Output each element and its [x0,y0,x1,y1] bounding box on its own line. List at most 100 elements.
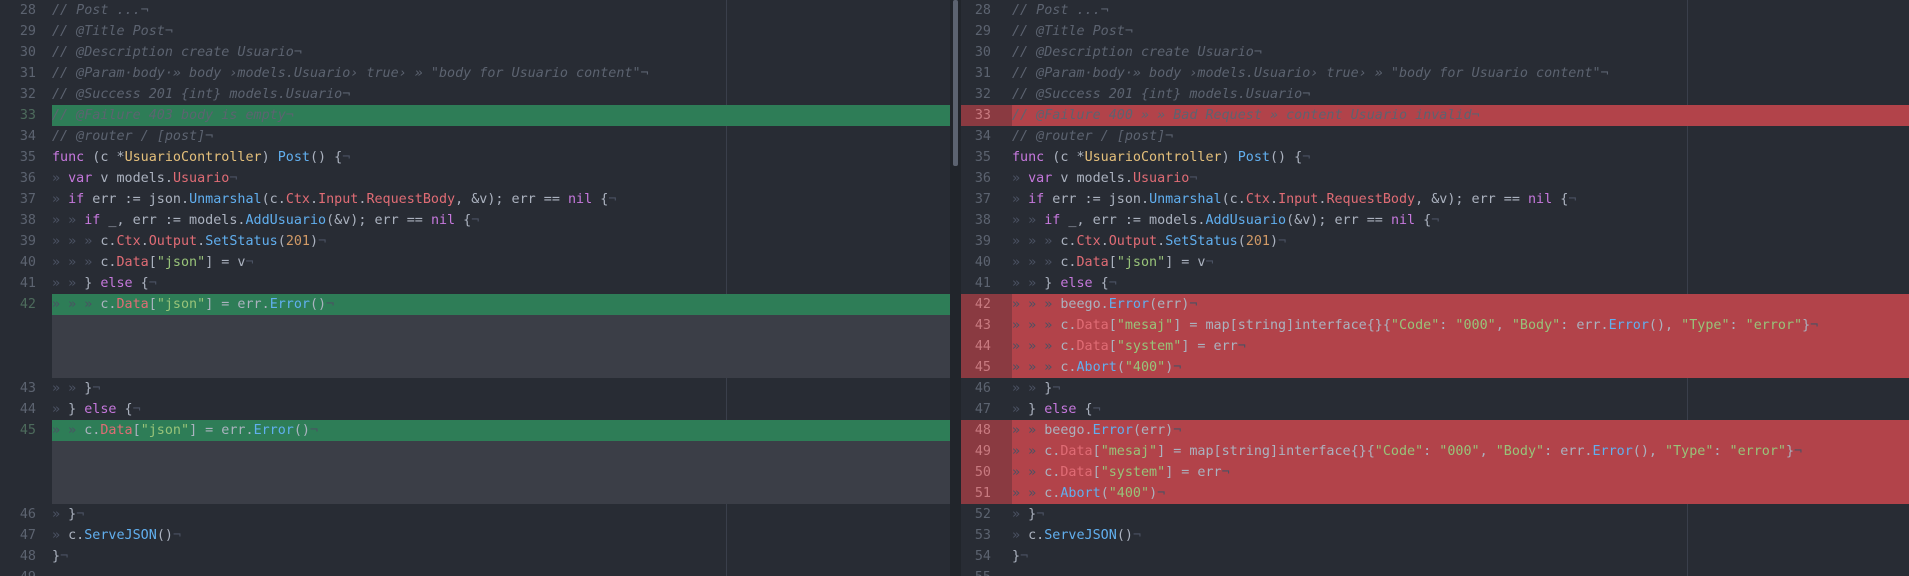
code-text[interactable]: » } else {¬ [52,399,950,420]
code-line[interactable]: 55 [961,567,1909,576]
code-line[interactable]: 41 » » } else {¬ [961,273,1909,294]
code-text[interactable]: » c.ServeJSON()¬ [52,525,950,546]
code-text[interactable]: // @Title Post¬ [1012,21,1909,42]
code-text[interactable]: » » » c.Data["mesaj"] = map[string]inter… [1012,315,1909,336]
code-text[interactable]: » » }¬ [1012,378,1909,399]
code-text[interactable]: » if err := json.Unmarshal(c.Ctx.Input.R… [52,189,950,210]
code-text[interactable]: func (c *UsuarioController) Post() {¬ [1012,147,1909,168]
code-text[interactable]: » » » c.Data["json"] = v¬ [1012,252,1909,273]
code-line[interactable]: 34 // @router / [post]¬ [0,126,950,147]
code-text[interactable]: » » } else {¬ [1012,273,1909,294]
code-line[interactable]: 54}¬ [961,546,1909,567]
code-line[interactable]: 35 func (c *UsuarioController) Post() {¬ [961,147,1909,168]
code-line[interactable]: 32 // @Success 201 {int} models.Usuario¬ [961,84,1909,105]
scrollbar-thumb[interactable] [953,0,958,166]
code-text[interactable]: » » if _, err := models.AddUsuario(&v); … [1012,210,1909,231]
code-text[interactable]: }¬ [1012,546,1909,567]
code-text[interactable]: » }¬ [1012,504,1909,525]
code-text[interactable]: // @Title Post¬ [52,21,950,42]
code-line[interactable]: 41 » » } else {¬ [0,273,950,294]
code-text[interactable]: » if err := json.Unmarshal(c.Ctx.Input.R… [1012,189,1909,210]
deleted-line[interactable]: 33 // @Failure 400 » » Bad Request » cont… [961,105,1909,126]
code-text[interactable]: // Post ...¬ [52,0,950,21]
code-line[interactable]: 29 // @Title Post¬ [961,21,1909,42]
code-text[interactable]: » } else {¬ [1012,399,1909,420]
code-line[interactable]: 40 » » » c.Data["json"] = v¬ [961,252,1909,273]
code-text[interactable]: // @router / [post]¬ [1012,126,1909,147]
code-line[interactable]: 39 » » » c.Ctx.Output.SetStatus(201)¬ [0,231,950,252]
code-line[interactable]: 46 » » }¬ [961,378,1909,399]
right-editor-pane[interactable]: 28 // Post ...¬ 29 // @Title Post¬ 30 // @Des… [961,0,1909,576]
code-line[interactable]: 46 » }¬ [0,504,950,525]
code-text[interactable]: » » » c.Data["json"] = err.Error()¬ [52,294,950,315]
code-line[interactable]: 31 // @Param·body·» body ›models.Usuario›… [961,63,1909,84]
code-text[interactable]: » » » c.Abort("400")¬ [1012,357,1909,378]
code-line[interactable]: 28 // Post ...¬ [961,0,1909,21]
code-text[interactable]: }¬ [52,546,950,567]
code-text[interactable]: » var v models.Usuario¬ [52,168,950,189]
code-text[interactable]: // @Failure 403 body is empty¬ [52,105,950,126]
code-text[interactable]: // @Description create Usuario¬ [1012,42,1909,63]
code-line[interactable]: 38 » » if _, err := models.AddUsuario(&v)… [961,210,1909,231]
code-line[interactable]: 34 // @router / [post]¬ [961,126,1909,147]
added-line[interactable]: 33 // @Failure 403 body is empty¬ [0,105,950,126]
code-text[interactable]: » » beego.Error(err)¬ [1012,420,1909,441]
code-line[interactable]: 36 » var v models.Usuario¬ [0,168,950,189]
deleted-line[interactable]: 42 » » » beego.Error(err)¬ [961,294,1909,315]
code-text[interactable]: » var v models.Usuario¬ [1012,168,1909,189]
deleted-line[interactable]: 48 » » beego.Error(err)¬ [961,420,1909,441]
deleted-line[interactable]: 49 » » c.Data["mesaj"] = map[string]inter… [961,441,1909,462]
code-text[interactable]: // @router / [post]¬ [52,126,950,147]
code-text[interactable]: func (c *UsuarioController) Post() {¬ [52,147,950,168]
code-text[interactable]: » c.ServeJSON()¬ [1012,525,1909,546]
added-line[interactable]: 42 » » » c.Data["json"] = err.Error()¬ [0,294,950,315]
code-text[interactable]: // @Description create Usuario¬ [52,42,950,63]
code-text[interactable]: » » » c.Data["system"] = err¬ [1012,336,1909,357]
code-text[interactable]: » » » c.Data["json"] = v¬ [52,252,950,273]
code-line[interactable]: 52 » }¬ [961,504,1909,525]
code-line[interactable]: 28 // Post ...¬ [0,0,950,21]
code-line[interactable]: 44 » } else {¬ [0,399,950,420]
code-line[interactable]: 48}¬ [0,546,950,567]
code-text[interactable]: » » » beego.Error(err)¬ [1012,294,1909,315]
code-text[interactable]: » » c.Data["mesaj"] = map[string]interfa… [1012,441,1909,462]
code-line[interactable]: 47 » c.ServeJSON()¬ [0,525,950,546]
code-line[interactable]: 38 » » if _, err := models.AddUsuario(&v)… [0,210,950,231]
code-line[interactable]: 31 // @Param·body·» body ›models.Usuario›… [0,63,950,84]
code-line[interactable]: 47 » } else {¬ [961,399,1909,420]
code-text[interactable]: » » } else {¬ [52,273,950,294]
added-line[interactable]: 45 » » c.Data["json"] = err.Error()¬ [0,420,950,441]
code-text[interactable]: // @Failure 400 » » Bad Request » conten… [1012,105,1909,126]
deleted-line[interactable]: 50 » » c.Data["system"] = err¬ [961,462,1909,483]
code-text[interactable]: » » c.Data["system"] = err¬ [1012,462,1909,483]
code-text[interactable]: » » if _, err := models.AddUsuario(&v); … [52,210,950,231]
code-line[interactable]: 30 // @Description create Usuario¬ [961,42,1909,63]
code-text[interactable]: // @Param·body·» body ›models.Usuario› t… [52,63,950,84]
code-text[interactable]: » » c.Data["json"] = err.Error()¬ [52,420,950,441]
deleted-line[interactable]: 51 » » c.Abort("400")¬ [961,483,1909,504]
deleted-line[interactable]: 45 » » » c.Abort("400")¬ [961,357,1909,378]
code-line[interactable]: 40 » » » c.Data["json"] = v¬ [0,252,950,273]
code-line[interactable]: 35 func (c *UsuarioController) Post() {¬ [0,147,950,168]
code-text[interactable]: » » » c.Ctx.Output.SetStatus(201)¬ [52,231,950,252]
code-line[interactable]: 29 // @Title Post¬ [0,21,950,42]
code-line[interactable]: 43 » » }¬ [0,378,950,399]
left-editor-pane[interactable]: 28 // Post ...¬ 29 // @Title Post¬ 30 // @Des… [0,0,950,576]
code-line[interactable]: 49 [0,567,950,576]
code-text[interactable]: » » c.Abort("400")¬ [1012,483,1909,504]
code-line[interactable]: 30 // @Description create Usuario¬ [0,42,950,63]
code-line[interactable]: 53 » c.ServeJSON()¬ [961,525,1909,546]
code-text[interactable]: » » }¬ [52,378,950,399]
code-text[interactable]: // Post ...¬ [1012,0,1909,21]
code-line[interactable]: 37 » if err := json.Unmarshal(c.Ctx.Input… [961,189,1909,210]
deleted-line[interactable]: 43 » » » c.Data["mesaj"] = map[string]int… [961,315,1909,336]
code-text[interactable]: » » » c.Ctx.Output.SetStatus(201)¬ [1012,231,1909,252]
code-line[interactable]: 39 » » » c.Ctx.Output.SetStatus(201)¬ [961,231,1909,252]
code-text[interactable]: » }¬ [52,504,950,525]
deleted-line[interactable]: 44 » » » c.Data["system"] = err¬ [961,336,1909,357]
code-line[interactable]: 36 » var v models.Usuario¬ [961,168,1909,189]
code-line[interactable]: 37 » if err := json.Unmarshal(c.Ctx.Input… [0,189,950,210]
code-text[interactable]: // @Success 201 {int} models.Usuario¬ [52,84,950,105]
code-line[interactable]: 32 // @Success 201 {int} models.Usuario¬ [0,84,950,105]
code-text[interactable]: // @Success 201 {int} models.Usuario¬ [1012,84,1909,105]
